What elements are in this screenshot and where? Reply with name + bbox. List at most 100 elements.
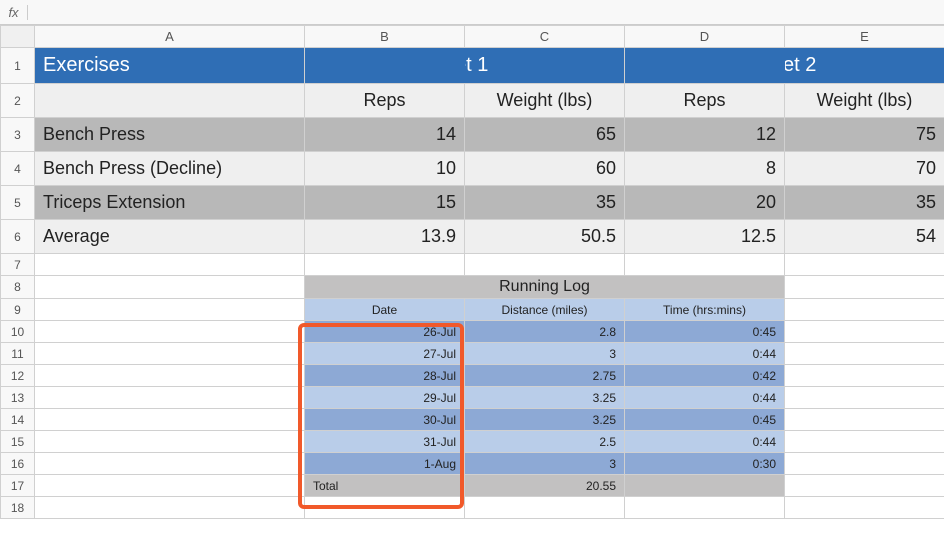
cell-C15[interactable]: 2.5 — [465, 431, 625, 453]
col-header-A[interactable]: A — [35, 26, 305, 48]
cell-E1[interactable]: Set 2 — [785, 48, 944, 84]
cell-B11[interactable]: 27-Jul — [305, 343, 465, 365]
cell-D6[interactable]: 12.5 — [625, 220, 785, 254]
cell-E11[interactable] — [785, 343, 944, 365]
cell-D14[interactable]: 0:45 — [625, 409, 785, 431]
cell-E3[interactable]: 75 — [785, 118, 944, 152]
cell-B7[interactable] — [305, 254, 465, 276]
cell-E9[interactable] — [785, 299, 944, 321]
cell-D16[interactable]: 0:30 — [625, 453, 785, 475]
row-header[interactable]: 12 — [1, 365, 35, 387]
cell-E16[interactable] — [785, 453, 944, 475]
cell-B15[interactable]: 31-Jul — [305, 431, 465, 453]
cell-A3[interactable]: Bench Press — [35, 118, 305, 152]
cell-B4[interactable]: 10 — [305, 152, 465, 186]
cell-D8[interactable] — [625, 276, 785, 299]
row-header[interactable]: 15 — [1, 431, 35, 453]
cell-E17[interactable] — [785, 475, 944, 497]
row-header[interactable]: 5 — [1, 186, 35, 220]
cell-C17[interactable]: 20.55 — [465, 475, 625, 497]
cell-C10[interactable]: 2.8 — [465, 321, 625, 343]
cell-D1[interactable] — [625, 48, 785, 84]
cell-D2[interactable]: Reps — [625, 84, 785, 118]
select-all-corner[interactable] — [1, 26, 35, 48]
cell-A1[interactable]: Exercises — [35, 48, 305, 84]
cell-C16[interactable]: 3 — [465, 453, 625, 475]
cell-D10[interactable]: 0:45 — [625, 321, 785, 343]
cell-A18[interactable] — [35, 497, 305, 519]
row-header[interactable]: 16 — [1, 453, 35, 475]
spreadsheet-grid[interactable]: A B C D E 1 Exercises Set 1 Set 2 2 Reps… — [0, 25, 944, 519]
cell-B17[interactable]: Total — [305, 475, 465, 497]
row-header[interactable]: 9 — [1, 299, 35, 321]
row-header[interactable]: 17 — [1, 475, 35, 497]
cell-D15[interactable]: 0:44 — [625, 431, 785, 453]
cell-A15[interactable] — [35, 431, 305, 453]
col-header-D[interactable]: D — [625, 26, 785, 48]
cell-D13[interactable]: 0:44 — [625, 387, 785, 409]
row-header[interactable]: 6 — [1, 220, 35, 254]
cell-E6[interactable]: 54 — [785, 220, 944, 254]
cell-A17[interactable] — [35, 475, 305, 497]
cell-A8[interactable] — [35, 276, 305, 299]
cell-B3[interactable]: 14 — [305, 118, 465, 152]
row-header[interactable]: 3 — [1, 118, 35, 152]
cell-D5[interactable]: 20 — [625, 186, 785, 220]
row-header[interactable]: 14 — [1, 409, 35, 431]
cell-C11[interactable]: 3 — [465, 343, 625, 365]
cell-B14[interactable]: 30-Jul — [305, 409, 465, 431]
cell-C13[interactable]: 3.25 — [465, 387, 625, 409]
row-header[interactable]: 7 — [1, 254, 35, 276]
cell-A11[interactable] — [35, 343, 305, 365]
cell-C9[interactable]: Distance (miles) — [465, 299, 625, 321]
cell-D9[interactable]: Time (hrs:mins) — [625, 299, 785, 321]
cell-E18[interactable] — [785, 497, 944, 519]
cell-A14[interactable] — [35, 409, 305, 431]
cell-C2[interactable]: Weight (lbs) — [465, 84, 625, 118]
cell-B18[interactable] — [305, 497, 465, 519]
cell-A13[interactable] — [35, 387, 305, 409]
cell-C12[interactable]: 2.75 — [465, 365, 625, 387]
cell-D12[interactable]: 0:42 — [625, 365, 785, 387]
cell-C5[interactable]: 35 — [465, 186, 625, 220]
row-header[interactable]: 11 — [1, 343, 35, 365]
cell-E13[interactable] — [785, 387, 944, 409]
cell-E14[interactable] — [785, 409, 944, 431]
cell-B16[interactable]: 1-Aug — [305, 453, 465, 475]
cell-B5[interactable]: 15 — [305, 186, 465, 220]
cell-D18[interactable] — [625, 497, 785, 519]
formula-input[interactable] — [36, 0, 938, 24]
row-header[interactable]: 18 — [1, 497, 35, 519]
cell-B12[interactable]: 28-Jul — [305, 365, 465, 387]
cell-E8[interactable] — [785, 276, 944, 299]
cell-E5[interactable]: 35 — [785, 186, 944, 220]
cell-B10[interactable]: 26-Jul — [305, 321, 465, 343]
cell-D4[interactable]: 8 — [625, 152, 785, 186]
cell-C14[interactable]: 3.25 — [465, 409, 625, 431]
cell-A9[interactable] — [35, 299, 305, 321]
cell-A2[interactable] — [35, 84, 305, 118]
cell-A5[interactable]: Triceps Extension — [35, 186, 305, 220]
cell-B13[interactable]: 29-Jul — [305, 387, 465, 409]
cell-A16[interactable] — [35, 453, 305, 475]
cell-C18[interactable] — [465, 497, 625, 519]
cell-E2[interactable]: Weight (lbs) — [785, 84, 944, 118]
cell-C7[interactable] — [465, 254, 625, 276]
cell-D3[interactable]: 12 — [625, 118, 785, 152]
cell-D7[interactable] — [625, 254, 785, 276]
cell-C8[interactable]: Running Log — [465, 276, 625, 299]
cell-C4[interactable]: 60 — [465, 152, 625, 186]
col-header-E[interactable]: E — [785, 26, 944, 48]
cell-C6[interactable]: 50.5 — [465, 220, 625, 254]
cell-D11[interactable]: 0:44 — [625, 343, 785, 365]
col-header-B[interactable]: B — [305, 26, 465, 48]
row-header[interactable]: 8 — [1, 276, 35, 299]
cell-E4[interactable]: 70 — [785, 152, 944, 186]
cell-B6[interactable]: 13.9 — [305, 220, 465, 254]
cell-A10[interactable] — [35, 321, 305, 343]
cell-E12[interactable] — [785, 365, 944, 387]
cell-B1[interactable] — [305, 48, 465, 84]
row-header[interactable]: 4 — [1, 152, 35, 186]
cell-E7[interactable] — [785, 254, 944, 276]
row-header[interactable]: 10 — [1, 321, 35, 343]
